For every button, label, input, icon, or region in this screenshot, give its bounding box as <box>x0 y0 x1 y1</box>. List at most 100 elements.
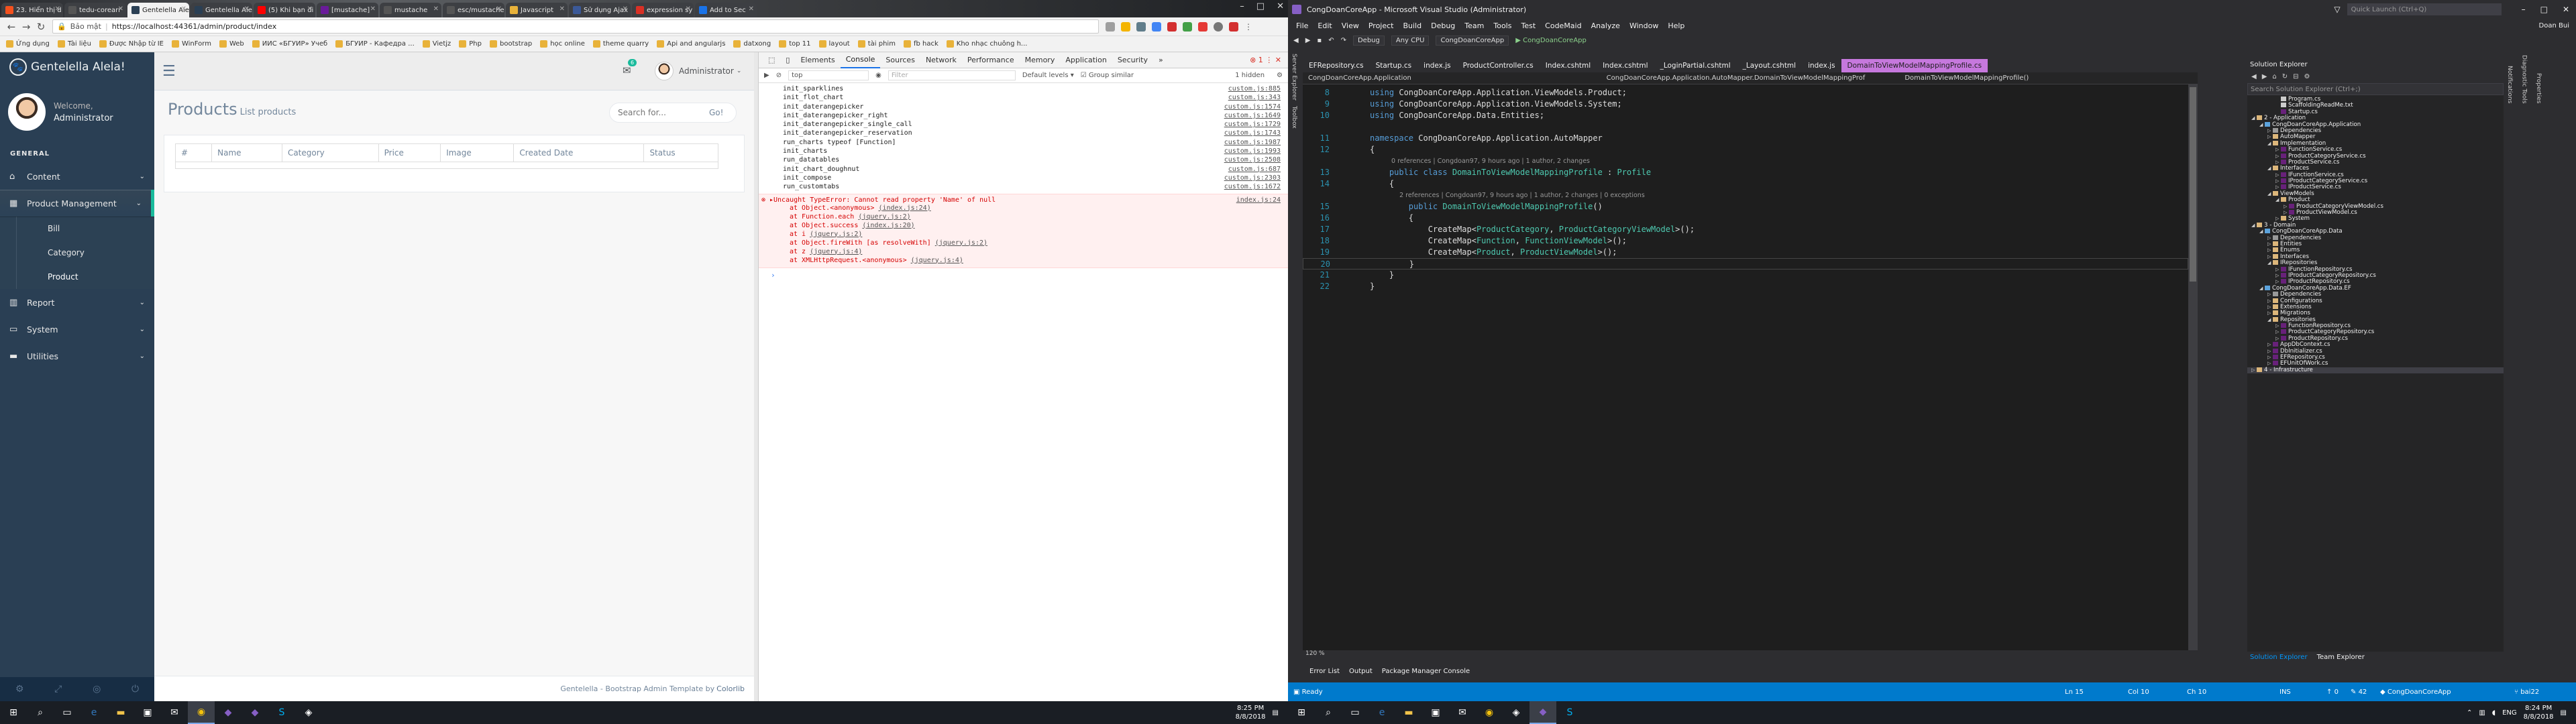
clock[interactable]: 8:24 PM 8/8/2018 <box>2524 704 2554 721</box>
sidebar-item-report[interactable]: ▥ Report ⌄ <box>0 289 154 316</box>
solution-search-input[interactable]: Search Solution Explorer (Ctrl+;) <box>2247 83 2504 95</box>
bookmark-item[interactable]: Vietjz <box>419 39 455 49</box>
browser-tab[interactable]: mustache ✕ <box>380 3 441 17</box>
editor-tab[interactable]: _LoginPartial.cshtml <box>1654 59 1737 72</box>
chevron-right-icon[interactable]: ▷ <box>2275 267 2281 273</box>
browser-tab[interactable]: Gentelella Ale ✕ <box>127 3 189 17</box>
forward-icon[interactable]: ▶ <box>2262 73 2267 80</box>
gear-icon[interactable]: ⚙ <box>1277 72 1283 79</box>
close-icon[interactable]: ✕ <box>496 5 502 13</box>
devtools-tab-network[interactable]: Network <box>920 52 962 68</box>
editor-tab[interactable]: Index.cshtml <box>1540 59 1597 72</box>
minimize-icon[interactable]: – <box>2522 5 2526 14</box>
browser-tab[interactable]: Javascript ✕ <box>506 3 568 17</box>
chevron-right-icon[interactable]: ▷ <box>2267 134 2273 140</box>
footer-link[interactable]: Colorlib <box>716 684 745 693</box>
close-icon[interactable]: ✕ <box>2563 5 2569 14</box>
tree-item[interactable]: ▷ IProductCategoryRepository.cs <box>2247 272 2504 279</box>
chrome-icon[interactable]: ◉ <box>1476 701 1503 724</box>
clock[interactable]: 8:25 PM 8/8/2018 <box>1236 704 1266 721</box>
extension-icon[interactable] <box>1167 21 1177 32</box>
chevron-down-icon[interactable]: ◢ <box>2267 166 2273 172</box>
clear-icon[interactable]: ⊘ <box>776 72 782 79</box>
browser-tab[interactable]: Sử dụng Ajax ✕ <box>569 3 631 17</box>
stack-frame-link[interactable]: (index.js:20) <box>862 222 914 229</box>
chevron-down-icon[interactable]: ◢ <box>2267 260 2273 266</box>
console-log-source[interactable]: custom.js:1987 <box>1224 139 1281 147</box>
devtools-tab-memory[interactable]: Memory <box>1020 52 1061 68</box>
chevron-right-icon[interactable]: ▷ <box>2267 128 2273 134</box>
close-icon[interactable]: ✕ <box>559 5 565 13</box>
bookmark-item[interactable]: theme quarry <box>590 39 652 49</box>
levels-select[interactable]: Default levels ▾ <box>1022 72 1074 79</box>
properties-tab[interactable]: Properties <box>2535 73 2542 103</box>
status-errors[interactable]: ↑ 0 <box>2326 688 2339 696</box>
home-icon[interactable]: ⌂ <box>2272 73 2276 80</box>
error-source[interactable]: index.js:24 <box>1236 196 1281 204</box>
chevron-down-icon[interactable]: ◢ <box>2259 229 2265 235</box>
chevron-up-icon[interactable]: ⌃ <box>2467 709 2472 717</box>
extension-icon[interactable] <box>1106 21 1115 32</box>
collapse-icon[interactable]: ⊟ <box>2293 73 2298 80</box>
extension-icon[interactable] <box>1152 21 1161 32</box>
submenu-item-bill[interactable]: Bill <box>16 217 154 241</box>
browser-tab[interactable]: 23. Hiển thị d ✕ <box>1 3 63 17</box>
inspect-icon[interactable]: ⬚ <box>763 52 780 68</box>
chevron-down-icon[interactable]: ◢ <box>2251 223 2257 229</box>
bookmark-item[interactable]: WinForm <box>168 39 215 49</box>
chevron-right-icon[interactable]: ▷ <box>2267 254 2273 260</box>
visual-studio-icon[interactable]: ◆ <box>1529 701 1556 724</box>
bookmark-item[interactable]: Web <box>216 39 248 49</box>
close-icon[interactable]: ✕ <box>307 5 313 13</box>
visual-studio-icon[interactable]: ◆ <box>241 701 268 724</box>
tree-item[interactable]: ◢ Implementation <box>2247 140 2504 147</box>
eye-icon[interactable]: ◉ <box>875 72 881 79</box>
project-dropdown[interactable]: CongDoanCoreApp.Application <box>1303 74 1601 82</box>
explorer-icon[interactable]: ▬ <box>107 701 134 724</box>
bookmark-item[interactable]: Api and angularjs <box>653 39 729 49</box>
console-log-source[interactable]: custom.js:2303 <box>1224 174 1281 183</box>
status-pending[interactable]: ✎ 42 <box>2351 688 2367 696</box>
chevron-right-icon[interactable]: ▷ <box>2275 329 2281 335</box>
menu-codemaid[interactable]: CodeMaid <box>1545 21 1581 30</box>
extension-icon[interactable] <box>1229 21 1238 32</box>
close-icon[interactable]: ✕ <box>244 5 250 13</box>
address-bar[interactable]: 🔒 Bảo mật | https://localhost:44361/admi… <box>52 19 1099 34</box>
menu-edit[interactable]: Edit <box>1318 21 1332 30</box>
close-icon[interactable]: ✕ <box>433 5 439 13</box>
device-icon[interactable]: ▯ <box>780 52 795 68</box>
back-icon[interactable]: ← <box>4 19 19 34</box>
extension-icon[interactable] <box>1198 21 1208 32</box>
mail-icon[interactable]: ✉ 6 <box>623 59 637 76</box>
editor-tab[interactable]: index.js <box>1802 59 1841 72</box>
sidebar-item-content[interactable]: ⌂ Content ⌄ <box>0 163 154 190</box>
star-icon[interactable] <box>1121 21 1130 32</box>
tree-item[interactable]: ScaffoldingReadMe.txt <box>2247 103 2504 109</box>
edge-icon[interactable]: e <box>80 701 107 724</box>
console-log-source[interactable]: custom.js:1729 <box>1224 121 1281 129</box>
bookmark-item[interactable]: top 11 <box>775 39 814 49</box>
task-view-icon[interactable]: ▭ <box>1342 701 1368 724</box>
menu-analyze[interactable]: Analyze <box>1591 21 1620 30</box>
chevron-right-icon[interactable]: ▷ <box>2267 355 2273 361</box>
editor-tab[interactable]: DomainToViewModelMappingProfile.cs <box>1841 59 1988 72</box>
tree-item[interactable]: ▷ ProductCategoryService.cs <box>2247 153 2504 160</box>
bookmark-item[interactable]: БГУИР - Кафедра ... <box>332 39 418 49</box>
submenu-item-category[interactable]: Category <box>16 241 154 265</box>
browser-tab[interactable]: esc/mustache ✕ <box>443 3 504 17</box>
close-icon[interactable]: ✕ <box>370 5 376 13</box>
editor-tab[interactable]: ProductController.cs <box>1457 59 1540 72</box>
mail-icon[interactable]: ✉ <box>161 701 188 724</box>
tree-item[interactable]: ◢ IRepositories <box>2247 259 2504 266</box>
quick-launch-input[interactable]: Quick Launch (Ctrl+Q) <box>2347 3 2502 15</box>
chevron-right-icon[interactable]: ▷ <box>2275 147 2281 153</box>
profile-icon[interactable] <box>1214 21 1223 32</box>
volume-icon[interactable]: ◖ <box>2492 709 2496 717</box>
chevron-right-icon[interactable]: ▷ <box>2275 273 2281 279</box>
filter-input[interactable]: Filter <box>888 70 1016 80</box>
gear-icon[interactable]: ⚙ <box>15 684 24 695</box>
bookmark-item[interactable]: datxong <box>730 39 774 49</box>
back-icon[interactable]: ◀ <box>1293 37 1299 44</box>
config-select[interactable]: Debug <box>1352 35 1385 46</box>
bookmark-item[interactable]: Kho nhạc chuông h... <box>943 39 1031 49</box>
